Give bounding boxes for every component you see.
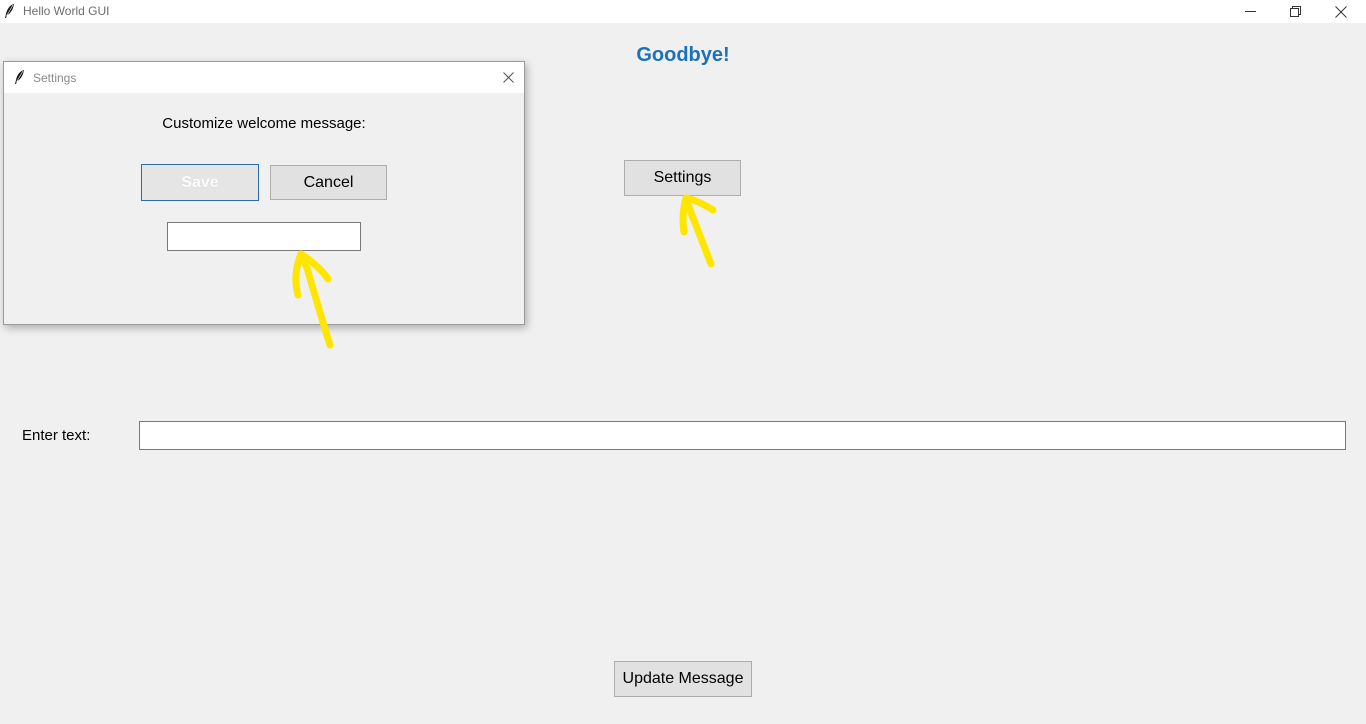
dialog-prompt: Customize welcome message: [162, 115, 366, 132]
feather-icon [5, 4, 14, 18]
settings-button[interactable]: Settings [624, 160, 741, 196]
enter-text-label: Enter text: [22, 427, 91, 444]
welcome-message-input[interactable] [167, 222, 361, 251]
restore-icon [1289, 6, 1301, 17]
dialog-close-button[interactable] [498, 67, 518, 87]
cancel-button[interactable]: Cancel [270, 165, 387, 200]
greeting-label: Goodbye! [636, 44, 730, 66]
minimize-button[interactable] [1227, 0, 1273, 23]
feather-icon [15, 70, 24, 84]
restore-button[interactable] [1272, 0, 1318, 23]
app-screen: Hello World GUI Goodbye! Settings Enter … [0, 0, 1366, 724]
window-title: Hello World GUI [23, 4, 110, 18]
annotation-arrow-settings [679, 194, 717, 268]
main-text-input[interactable] [139, 421, 1346, 450]
save-button-label: Save [181, 173, 219, 191]
close-icon [502, 71, 514, 83]
window-titlebar: Hello World GUI [0, 0, 1366, 23]
dialog-title: Settings [33, 71, 77, 85]
dialog-titlebar: Settings [4, 62, 524, 93]
update-message-button[interactable]: Update Message [614, 661, 752, 697]
settings-dialog: Settings Customize welcome message: Save… [3, 61, 525, 325]
save-button[interactable]: Save [141, 164, 259, 201]
close-icon [1335, 5, 1347, 18]
minimize-icon [1244, 11, 1256, 12]
close-button[interactable] [1318, 0, 1364, 23]
